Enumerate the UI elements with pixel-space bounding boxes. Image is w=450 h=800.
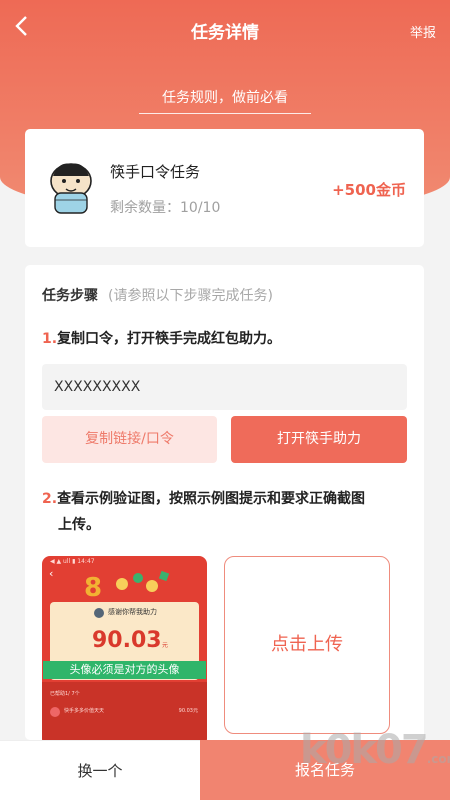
swap-task-button[interactable]: 换一个: [0, 740, 200, 800]
example-screenshot[interactable]: ◀ ▲ ull ▮ 14:47 ‹ 8 感谢你帮我助力 90.03 元 头像必须…: [42, 556, 207, 740]
step-1-number: 1.: [42, 331, 58, 347]
example-avatar-note: 头像必须是对方的头像: [43, 661, 206, 679]
watermark-suffix: .com: [426, 752, 450, 766]
example-confetti-icon: 8: [84, 570, 170, 603]
example-thanks-text: 感谢你帮我助力: [108, 608, 157, 616]
task-steps-card: 任务步骤 (请参照以下步骤完成任务) 1.复制口令，打开筷手完成红包助力。 XXX…: [25, 265, 424, 740]
page-title: 任务详情: [191, 23, 259, 43]
remaining-count: 剩余数量：10/10: [110, 197, 220, 217]
remaining-value: 10/10: [180, 200, 221, 216]
example-helped-text: 已帮助1/ 7个: [50, 691, 80, 697]
step-2-instruction: 2.查看示例验证图，按照示例图提示和要求正确截图 上传。: [42, 486, 402, 538]
step-2-text-line1: 查看示例验证图，按照示例图提示和要求正确截图: [57, 491, 366, 507]
steps-subtitle: (请参照以下步骤完成任务): [108, 288, 273, 304]
upload-button[interactable]: 点击上传: [224, 556, 390, 734]
copy-link-button[interactable]: 复制链接/口令: [42, 416, 217, 463]
open-app-button[interactable]: 打开筷手助力: [231, 416, 407, 463]
step-2-number: 2.: [42, 491, 58, 507]
remaining-label: 剩余数量：: [110, 200, 180, 216]
example-helper-list: 已帮助1/ 7个 快手多多价值天天 90.03元: [42, 682, 207, 740]
site-watermark: k0k07.com: [300, 727, 450, 787]
example-unit: 元: [162, 642, 169, 649]
svg-text:8: 8: [84, 573, 102, 603]
watermark-text: k0k07: [300, 727, 429, 773]
example-helper-avatar: [50, 707, 60, 717]
report-button[interactable]: 举报: [410, 22, 436, 41]
example-avatar: [94, 608, 104, 618]
task-name: 筷手口令任务: [110, 163, 201, 181]
steps-heading: 任务步骤 (请参照以下步骤完成任务): [42, 285, 273, 305]
step-1-instruction: 1.复制口令，打开筷手完成红包助力。: [42, 328, 281, 348]
task-avatar-icon: [50, 163, 92, 214]
example-back-icon: ‹: [49, 567, 54, 580]
steps-title: 任务步骤: [42, 288, 98, 304]
example-amount: 90.03: [92, 628, 162, 653]
step-2-text-line2: 上传。: [58, 517, 100, 533]
reward-amount: +500金币: [332, 181, 406, 199]
example-helper-name: 快手多多价值天天: [64, 708, 105, 714]
password-code-field[interactable]: XXXXXXXXX: [42, 364, 407, 410]
example-helper-row: 快手多多价值天天 90.03元: [50, 705, 200, 719]
task-summary-card: 筷手口令任务 剩余数量：10/10 +500金币: [25, 129, 424, 247]
task-rules-link[interactable]: 任务规则，做前必看: [139, 87, 311, 114]
example-helper-amount: 90.03元: [178, 708, 198, 714]
task-detail-page: 任务详情 举报 任务规则，做前必看 筷手口令任务 剩余数量：10/10 +500…: [0, 0, 450, 800]
example-status-bar: ◀ ▲ ull ▮ 14:47: [50, 558, 95, 565]
step-1-text: 复制口令，打开筷手完成红包助力。: [57, 331, 282, 347]
